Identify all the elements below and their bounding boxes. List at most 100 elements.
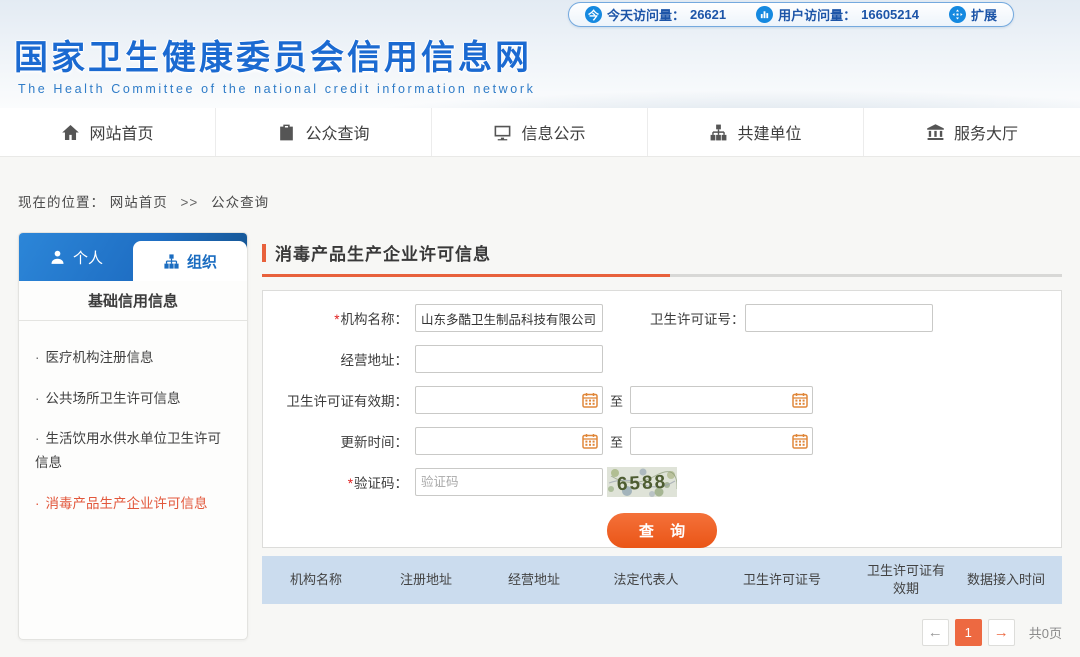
update-from-input[interactable]: [415, 427, 603, 455]
validity-from-wrap: [415, 386, 603, 414]
pagination: ← 1 → 共0页: [262, 619, 1062, 646]
update-to-wrap: [630, 427, 813, 455]
col-license-no: 卫生许可证号: [706, 571, 858, 589]
user-visits: 用户访问量： 16605214: [756, 5, 919, 24]
breadcrumb-current[interactable]: 公众查询: [211, 195, 269, 210]
col-business-address: 经营地址: [482, 571, 586, 589]
tab-personal-label: 个人: [73, 247, 103, 268]
nav-item-service-hall[interactable]: 服务大厅: [864, 108, 1080, 156]
nav-item-partner-units[interactable]: 共建单位: [648, 108, 864, 156]
captcha-input[interactable]: [415, 468, 603, 496]
validity-to-separator: 至: [610, 391, 623, 410]
prev-arrow-icon: ←: [928, 624, 943, 641]
tab-organization-label: 组织: [187, 251, 217, 272]
captcha-text: 6588: [616, 472, 667, 496]
license-no-label: 卫生许可证号：: [650, 308, 745, 328]
sidebar-tabs: 个人 组织: [19, 233, 247, 281]
today-icon: 今: [585, 6, 602, 23]
captcha-label: *验证码：: [263, 472, 415, 492]
expand-icon: [949, 6, 966, 23]
tab-personal[interactable]: 个人: [19, 233, 133, 281]
license-no-input[interactable]: [745, 304, 933, 332]
expand-control[interactable]: 扩展: [949, 5, 997, 24]
sidebar-section-title: 基础信用信息: [19, 281, 247, 321]
sidebar-item-drinking-water-license[interactable]: ·生活饮用水供水单位卫生许可信息: [35, 427, 231, 474]
col-license-validity: 卫生许可证有效期: [858, 562, 954, 597]
sidebar-menu: ·医疗机构注册信息 ·公共场所卫生许可信息 ·生活饮用水供水单位卫生许可信息 ·…: [19, 321, 247, 540]
col-data-access-time: 数据接入时间: [954, 571, 1058, 589]
license-validity-label: 卫生许可证有效期：: [263, 390, 415, 410]
main-nav: 网站首页 公众查询 信息公示 共建单位 服务大厅: [0, 108, 1080, 157]
main-panel: 消毒产品生产企业许可信息 *机构名称： 卫生许可证号： 经营地址： 卫生许可证有…: [262, 240, 1062, 646]
update-time-label: 更新时间：: [263, 431, 415, 451]
calendar-icon[interactable]: [792, 392, 808, 408]
monitor-icon: [493, 123, 512, 142]
validity-to-wrap: [630, 386, 813, 414]
nav-item-home[interactable]: 网站首页: [0, 108, 216, 156]
calendar-icon[interactable]: [582, 392, 598, 408]
nav-item-label: 信息公示: [521, 120, 585, 144]
person-icon: [49, 249, 66, 266]
sidebar-item-medical-registration[interactable]: ·医疗机构注册信息: [35, 346, 231, 370]
nav-item-label: 共建单位: [737, 120, 801, 144]
sidebar-item-label: 公共场所卫生许可信息: [46, 391, 181, 406]
sitemap-icon: [163, 253, 180, 270]
today-visits-label: 今天访问量：: [607, 5, 685, 24]
nav-item-label: 服务大厅: [954, 120, 1018, 144]
nav-item-label: 公众查询: [305, 120, 369, 144]
address-input[interactable]: [415, 345, 603, 373]
col-legal-representative: 法定代表人: [586, 571, 706, 589]
form-row-address: 经营地址：: [263, 345, 1061, 373]
form-row-license-validity: 卫生许可证有效期： 至: [263, 386, 1061, 414]
col-org-name: 机构名称: [262, 571, 370, 589]
site-header: 今 今天访问量： 26621 用户访问量： 16605214 扩展 国家卫生健康…: [0, 0, 1080, 108]
user-visits-label: 用户访问量：: [778, 5, 856, 24]
breadcrumb-separator: >>: [181, 195, 199, 210]
title-underline: [262, 274, 1062, 277]
form-row-update-time: 更新时间： 至: [263, 427, 1061, 455]
sidebar: 个人 组织 基础信用信息 ·医疗机构注册信息 ·公共场所卫生许可信息 ·生活饮用…: [18, 232, 248, 640]
col-registered-address: 注册地址: [370, 571, 482, 589]
validity-from-input[interactable]: [415, 386, 603, 414]
query-button[interactable]: 查 询: [607, 513, 717, 548]
update-from-wrap: [415, 427, 603, 455]
form-row-org-name: *机构名称： 卫生许可证号：: [263, 304, 1061, 332]
site-subtitle: The Health Committee of the national cre…: [14, 82, 535, 96]
next-page-button[interactable]: →: [988, 619, 1015, 646]
bar-chart-icon: [756, 6, 773, 23]
total-pages-label: 共0页: [1029, 623, 1062, 642]
results-table-header: 机构名称 注册地址 经营地址 法定代表人 卫生许可证号 卫生许可证有效期 数据接…: [262, 556, 1062, 604]
breadcrumb: 现在的位置： 网站首页 >> 公众查询: [18, 191, 269, 211]
form-row-captcha: *验证码： 6588: [263, 468, 1061, 496]
bank-icon: [926, 123, 945, 142]
nav-item-info-disclosure[interactable]: 信息公示: [432, 108, 648, 156]
sidebar-item-public-places-license[interactable]: ·公共场所卫生许可信息: [35, 387, 231, 411]
today-visits-value: 26621: [690, 7, 726, 22]
current-page-button[interactable]: 1: [955, 619, 982, 646]
breadcrumb-prefix: 现在的位置：: [18, 195, 105, 210]
page: 今 今天访问量： 26621 用户访问量： 16605214 扩展 国家卫生健康…: [0, 0, 1080, 657]
submit-row: 查 询: [263, 513, 1061, 548]
nav-item-public-query[interactable]: 公众查询: [216, 108, 432, 156]
expand-label: 扩展: [971, 5, 997, 24]
sitemap-icon: [709, 123, 728, 142]
today-visits: 今 今天访问量： 26621: [585, 5, 726, 24]
update-to-input[interactable]: [630, 427, 813, 455]
captcha-image[interactable]: 6588: [607, 467, 677, 497]
page-title: 消毒产品生产企业许可信息: [275, 240, 491, 265]
calendar-icon[interactable]: [792, 433, 808, 449]
org-name-label: *机构名称：: [263, 308, 415, 328]
prev-page-button[interactable]: ←: [922, 619, 949, 646]
site-logo[interactable]: 国家卫生健康委员会信用信息网 The Health Committee of t…: [14, 30, 535, 96]
content-area: 现在的位置： 网站首页 >> 公众查询 个人 组织 基础信用信息 ·医疗机构注册…: [0, 157, 1080, 657]
nav-item-label: 网站首页: [89, 120, 153, 144]
org-name-input[interactable]: [415, 304, 603, 332]
calendar-icon[interactable]: [582, 433, 598, 449]
visit-stats-bar: 今 今天访问量： 26621 用户访问量： 16605214 扩展: [568, 2, 1014, 27]
home-icon: [61, 123, 80, 142]
tab-organization[interactable]: 组织: [133, 241, 247, 281]
sidebar-item-disinfection-products-license[interactable]: ·消毒产品生产企业许可信息: [35, 492, 231, 516]
validity-to-input[interactable]: [630, 386, 813, 414]
breadcrumb-home-link[interactable]: 网站首页: [110, 195, 168, 210]
address-label: 经营地址：: [263, 349, 415, 369]
